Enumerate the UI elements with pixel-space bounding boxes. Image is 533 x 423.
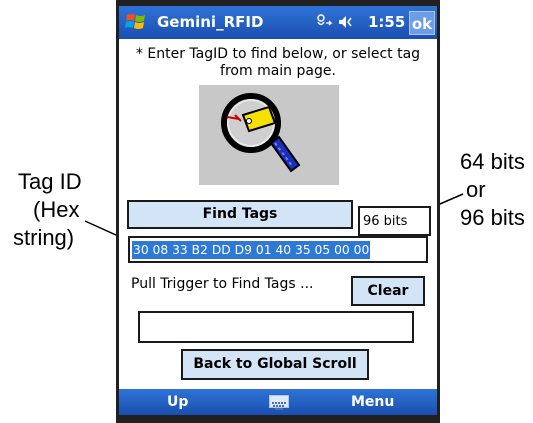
- tag-id-annotation-line1: Tag ID: [18, 169, 82, 194]
- instruction-text: * Enter TagID to find below, or select t…: [135, 46, 421, 79]
- device-screen: Gemini_RFID 1:55 ok * Enter TagID to fin…: [119, 6, 437, 415]
- tag-id-input[interactable]: 30 08 33 B2 DD D9 01 40 35 05 00 00: [128, 236, 428, 263]
- volume-icon: [339, 16, 352, 28]
- bits-annotation-line2: or: [466, 177, 486, 202]
- back-to-global-scroll-button[interactable]: Back to Global Scroll: [181, 349, 369, 380]
- keyboard-keys: [272, 402, 286, 410]
- bits-annotation-line3: 96 bits: [460, 205, 525, 230]
- windows-start-icon[interactable]: [124, 10, 148, 34]
- clock-time[interactable]: 1:55: [368, 13, 405, 31]
- soft-key-bar: Up Menu: [119, 389, 437, 415]
- pull-trigger-text: Pull Trigger to Find Tags ...: [131, 276, 314, 292]
- title-bar: Gemini_RFID 1:55 ok: [119, 6, 437, 39]
- tag-id-annotation: Tag ID (Hex string): [0, 168, 100, 252]
- connectivity-icon: [317, 14, 333, 26]
- connectivity-volume-icons: [317, 14, 352, 28]
- bits-annotation: 64 bits or 96 bits: [460, 148, 525, 232]
- find-tags-button[interactable]: Find Tags: [127, 200, 353, 229]
- bits-selector[interactable]: 96 bits: [358, 206, 431, 236]
- tag-id-annotation-line2: (Hex: [33, 197, 80, 222]
- tag-id-annotation-line3: string): [13, 225, 75, 250]
- ok-button[interactable]: ok: [409, 11, 435, 35]
- tag-id-value: 30 08 33 B2 DD D9 01 40 35 05 00 00: [132, 241, 371, 259]
- keyboard-icon[interactable]: [269, 395, 289, 410]
- softkey-menu[interactable]: Menu: [351, 394, 394, 410]
- clear-button[interactable]: Clear: [351, 276, 425, 306]
- status-icons[interactable]: [315, 13, 359, 35]
- app-title: Gemini_RFID: [157, 13, 264, 31]
- magnifier-tag-icon: [221, 93, 301, 173]
- device-frame: Gemini_RFID 1:55 ok * Enter TagID to fin…: [116, 0, 440, 423]
- softkey-up[interactable]: Up: [167, 394, 188, 410]
- search-image: [199, 85, 339, 185]
- bits-annotation-line1: 64 bits: [460, 149, 525, 174]
- status-field[interactable]: [138, 311, 414, 343]
